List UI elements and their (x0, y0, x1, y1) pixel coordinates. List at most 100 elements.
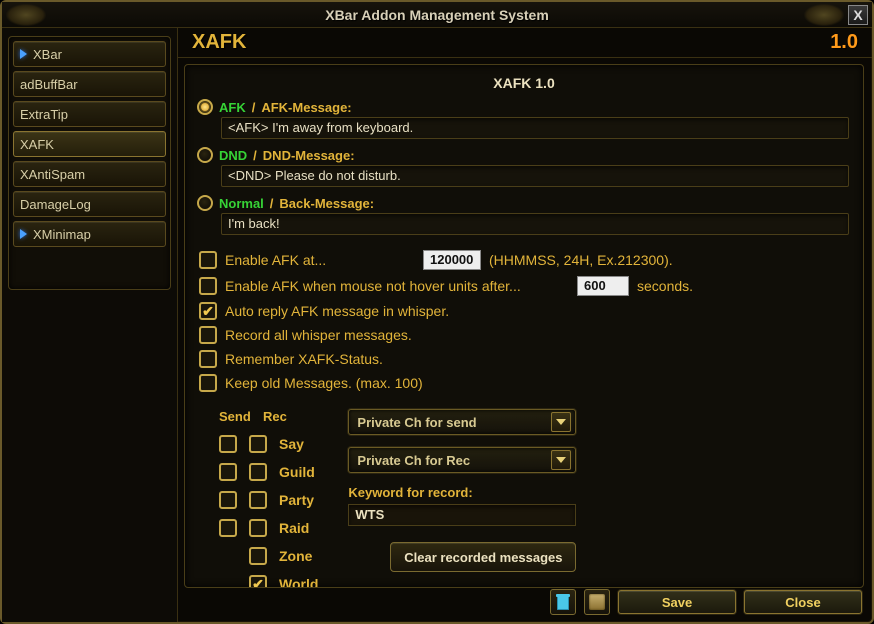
rec-say-checkbox[interactable] (249, 435, 267, 453)
sidebar-item-label: XBar (33, 47, 62, 62)
channel-guild-label: Guild (279, 464, 315, 480)
private-rec-dropdown-label: Private Ch for Rec (357, 453, 470, 468)
keyword-input[interactable]: WTS (348, 504, 576, 526)
enable-afk-at-hint: (HHMMSS, 24H, Ex.212300). (489, 252, 673, 268)
sidebar-item-label: XAntiSpam (20, 167, 85, 182)
log-icon-button[interactable] (584, 589, 610, 615)
sidebar-item-label: DamageLog (20, 197, 91, 212)
afk-message-input[interactable]: <AFK> I'm away from keyboard. (221, 117, 849, 139)
separator: / (252, 100, 256, 115)
rec-raid-checkbox[interactable] (249, 519, 267, 537)
sidebar-list: XBar adBuffBar ExtraTip XAFK XAntiSpam D… (8, 36, 171, 290)
sidebar-item-label: ExtraTip (20, 107, 68, 122)
save-button[interactable]: Save (618, 590, 736, 614)
send-party-checkbox[interactable] (219, 491, 237, 509)
content-frame: XAFK 1.0 AFK / AFK-Message: <AFK> I'm aw… (184, 64, 864, 588)
channel-world-label: World (279, 576, 318, 588)
enable-afk-at-input[interactable]: 120000 (423, 250, 481, 270)
rec-guild-checkbox[interactable] (249, 463, 267, 481)
private-rec-dropdown[interactable]: Private Ch for Rec (348, 447, 576, 473)
status-dnd-radio[interactable] (197, 147, 213, 163)
main-panel: XAFK 1.0 XAFK 1.0 AFK / AFK-Message: <AF… (178, 28, 872, 622)
private-send-dropdown-label: Private Ch for send (357, 415, 476, 430)
channel-head-rec: Rec (263, 409, 287, 424)
enable-afk-hover-input[interactable]: 600 (577, 276, 629, 296)
remember-status-label: Remember XAFK-Status. (225, 351, 383, 367)
addon-name: XAFK (192, 31, 246, 54)
xbar-window: XBar Addon Management System X XBar adBu… (0, 0, 874, 624)
status-afk-msglabel: AFK-Message: (261, 100, 351, 115)
rec-zone-checkbox[interactable] (249, 547, 267, 565)
status-dnd-group: DND / DND-Message: <DND> Please do not d… (199, 147, 849, 187)
enable-afk-at-checkbox[interactable] (199, 251, 217, 269)
titlebar: XBar Addon Management System X (2, 2, 872, 28)
window-title: XBar Addon Management System (325, 7, 549, 23)
keep-old-checkbox[interactable] (199, 374, 217, 392)
send-raid-checkbox[interactable] (219, 519, 237, 537)
enable-afk-hover-checkbox[interactable] (199, 277, 217, 295)
send-say-checkbox[interactable] (219, 435, 237, 453)
record-whisper-checkbox[interactable] (199, 326, 217, 344)
status-afk-group: AFK / AFK-Message: <AFK> I'm away from k… (199, 99, 849, 139)
close-button[interactable]: Close (744, 590, 862, 614)
status-afk-radio[interactable] (197, 99, 213, 115)
separator: / (253, 148, 257, 163)
status-normal-mode: Normal (219, 196, 264, 211)
channel-matrix: Send Rec Say Guild (219, 409, 318, 588)
sidebar-item-xafk[interactable]: XAFK (13, 131, 166, 157)
sidebar-item-damagelog[interactable]: DamageLog (13, 191, 166, 217)
sidebar-item-label: adBuffBar (20, 77, 78, 92)
channel-right-column: Private Ch for send Private Ch for Rec K… (348, 409, 849, 588)
keep-old-label: Keep old Messages. (max. 100) (225, 375, 423, 391)
status-afk-mode: AFK (219, 100, 246, 115)
keyword-label: Keyword for record: (348, 485, 849, 500)
chevron-down-icon[interactable] (551, 450, 571, 470)
window-body: XBar adBuffBar ExtraTip XAFK XAntiSpam D… (2, 28, 872, 622)
footer: Save Close (364, 588, 862, 616)
chevron-down-icon[interactable] (551, 412, 571, 432)
private-send-dropdown[interactable]: Private Ch for send (348, 409, 576, 435)
enable-afk-at-label: Enable AFK at... (225, 252, 415, 268)
auto-reply-label: Auto reply AFK message in whisper. (225, 303, 449, 319)
trash-icon (556, 594, 570, 610)
channel-zone-label: Zone (279, 548, 312, 564)
sidebar-item-extratip[interactable]: ExtraTip (13, 101, 166, 127)
addon-version: 1.0 (830, 31, 858, 54)
send-guild-checkbox[interactable] (219, 463, 237, 481)
status-dnd-msglabel: DND-Message: (263, 148, 355, 163)
sidebar: XBar adBuffBar ExtraTip XAFK XAntiSpam D… (2, 28, 178, 622)
sidebar-item-xantispam[interactable]: XAntiSpam (13, 161, 166, 187)
status-normal-group: Normal / Back-Message: I'm back! (199, 195, 849, 235)
rec-party-checkbox[interactable] (249, 491, 267, 509)
channel-say-label: Say (279, 436, 304, 452)
title-ornament-left (6, 4, 46, 26)
window-close-button[interactable]: X (848, 5, 868, 25)
rec-world-checkbox[interactable] (249, 575, 267, 588)
main-header: XAFK 1.0 (178, 28, 872, 58)
sidebar-item-xbar[interactable]: XBar (13, 41, 166, 67)
channel-raid-label: Raid (279, 520, 309, 536)
clear-recorded-button[interactable]: Clear recorded messages (390, 542, 576, 572)
status-normal-msglabel: Back-Message: (279, 196, 374, 211)
auto-reply-checkbox[interactable] (199, 302, 217, 320)
sidebar-item-label: XAFK (20, 137, 54, 152)
enable-afk-hover-label-pre: Enable AFK when mouse not hover units af… (225, 278, 569, 294)
options-list: Enable AFK at... 120000 (HHMMSS, 24H, Ex… (199, 247, 849, 395)
status-normal-radio[interactable] (197, 195, 213, 211)
back-message-input[interactable]: I'm back! (221, 213, 849, 235)
separator: / (270, 196, 274, 211)
scroll-icon (589, 594, 605, 610)
record-whisper-label: Record all whisper messages. (225, 327, 412, 343)
dnd-message-input[interactable]: <DND> Please do not disturb. (221, 165, 849, 187)
channel-party-label: Party (279, 492, 314, 508)
sidebar-item-label: XMinimap (33, 227, 91, 242)
sidebar-item-xminimap[interactable]: XMinimap (13, 221, 166, 247)
delete-icon-button[interactable] (550, 589, 576, 615)
title-ornament-right (804, 4, 844, 26)
remember-status-checkbox[interactable] (199, 350, 217, 368)
enable-afk-hover-label-post: seconds. (637, 278, 693, 294)
channel-head-send: Send (219, 409, 249, 424)
sidebar-item-adbuffbar[interactable]: adBuffBar (13, 71, 166, 97)
channel-area: Send Rec Say Guild (199, 409, 849, 588)
status-dnd-mode: DND (219, 148, 247, 163)
